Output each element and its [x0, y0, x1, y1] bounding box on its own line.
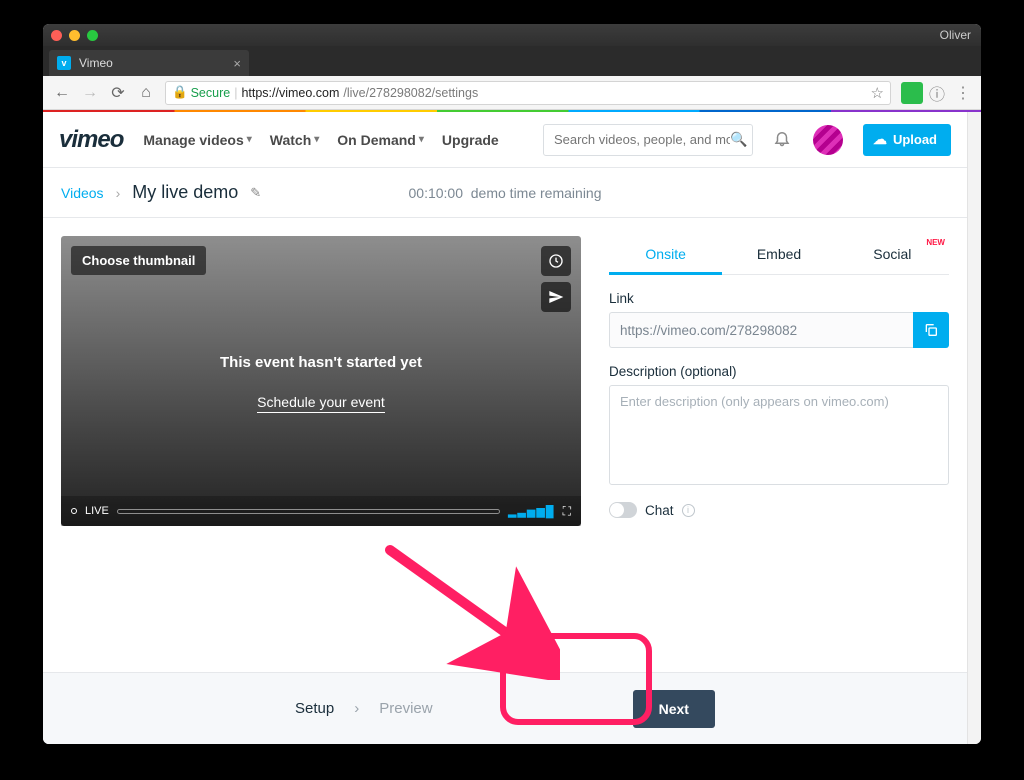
browser-window: Oliver v Vimeo × ← → ⟳ ⌂ 🔒 Secure | http…	[43, 24, 981, 744]
nav-on-demand[interactable]: On Demand	[337, 132, 424, 148]
search-icon[interactable]: 🔍	[730, 131, 747, 148]
tab-title: Vimeo	[79, 56, 225, 70]
tab-strip: v Vimeo ×	[43, 46, 981, 76]
schedule-event-link[interactable]: Schedule your event	[61, 394, 581, 410]
vimeo-favicon-icon: v	[57, 56, 71, 70]
avatar[interactable]	[813, 125, 843, 155]
wizard-footer: Setup › Preview Next	[43, 672, 967, 744]
nav-menu: Manage videos Watch On Demand Upgrade	[143, 132, 498, 148]
page-title: My live demo	[132, 182, 238, 203]
settings-tabs: Onsite Embed Social NEW	[609, 236, 949, 275]
nav-manage-videos[interactable]: Manage videos	[143, 132, 251, 148]
tab-close-icon[interactable]: ×	[233, 56, 241, 71]
window-minimize-button[interactable]	[69, 30, 80, 41]
settings-panel: Onsite Embed Social NEW Link	[609, 236, 949, 526]
url-host: https://vimeo.com	[241, 86, 339, 100]
next-button[interactable]: Next	[633, 690, 715, 728]
player-control-bar: LIVE ▂▃▅▆█ ⛶	[61, 496, 581, 526]
video-player[interactable]: Choose thumbnail This event hasn't start…	[61, 236, 581, 526]
signal-bars-icon[interactable]: ▂▃▅▆█	[508, 505, 555, 518]
chat-label: Chat	[645, 503, 674, 518]
page-content: vimeo Manage videos Watch On Demand Upgr…	[43, 112, 981, 744]
breadcrumb: Videos › My live demo ✎ 00:10:00 demo ti…	[43, 168, 967, 218]
tab-social[interactable]: Social NEW	[836, 236, 949, 274]
description-textarea[interactable]	[609, 385, 949, 485]
link-input[interactable]	[609, 312, 913, 348]
tab-social-label: Social	[873, 246, 911, 262]
mac-titlebar: Oliver	[43, 24, 981, 46]
main-body: Choose thumbnail This event hasn't start…	[43, 218, 967, 526]
address-bar: ← → ⟳ ⌂ 🔒 Secure | https://vimeo.com/liv…	[43, 76, 981, 110]
chat-toggle[interactable]	[609, 502, 637, 518]
upload-button[interactable]: ☁ Upload	[863, 124, 951, 156]
secure-label: Secure	[191, 86, 231, 100]
reload-button[interactable]: ⟳	[105, 80, 131, 106]
progress-bar[interactable]	[117, 509, 500, 514]
nav-upgrade[interactable]: Upgrade	[442, 132, 499, 148]
description-field-label: Description (optional)	[609, 364, 949, 379]
step-preview[interactable]: Preview	[379, 700, 432, 717]
chevron-right-icon: ›	[354, 700, 359, 717]
clock-icon[interactable]	[541, 246, 571, 276]
upload-label: Upload	[893, 132, 937, 147]
copy-link-button[interactable]	[913, 312, 949, 348]
cloud-upload-icon: ☁	[873, 131, 887, 148]
home-button[interactable]: ⌂	[133, 80, 159, 106]
live-dot-icon	[71, 508, 77, 514]
nav-watch[interactable]: Watch	[270, 132, 320, 148]
back-button[interactable]: ←	[49, 80, 75, 106]
vimeo-logo[interactable]: vimeo	[59, 126, 123, 154]
new-badge: NEW	[926, 238, 945, 247]
crumb-videos-link[interactable]: Videos	[61, 185, 104, 201]
site-search[interactable]: 🔍	[543, 124, 753, 156]
bookmark-star-icon[interactable]: ☆	[871, 84, 884, 102]
scrollbar[interactable]	[967, 112, 981, 744]
demo-time-value: 00:10:00	[408, 185, 463, 201]
browser-menu-icon[interactable]: ⋮	[951, 83, 975, 103]
link-field-label: Link	[609, 291, 949, 306]
lock-icon: 🔒	[172, 85, 188, 100]
demo-time-remaining: 00:10:00 demo time remaining	[408, 185, 601, 201]
tab-embed[interactable]: Embed	[722, 236, 835, 274]
traffic-lights	[51, 30, 98, 41]
url-path: /live/278298082/settings	[343, 86, 478, 100]
secure-indicator: 🔒 Secure	[172, 85, 230, 100]
window-maximize-button[interactable]	[87, 30, 98, 41]
search-input[interactable]	[554, 132, 730, 147]
chevron-right-icon: ›	[116, 185, 121, 201]
mac-user-label: Oliver	[940, 28, 971, 42]
player-status-message: This event hasn't started yet	[61, 354, 581, 371]
choose-thumbnail-button[interactable]: Choose thumbnail	[71, 246, 206, 275]
extension-icon[interactable]	[901, 82, 923, 104]
step-setup[interactable]: Setup	[295, 700, 334, 717]
forward-button[interactable]: →	[77, 80, 103, 106]
tab-onsite[interactable]: Onsite	[609, 236, 722, 274]
edit-title-icon[interactable]: ✎	[250, 185, 261, 201]
window-close-button[interactable]	[51, 30, 62, 41]
page-info-icon[interactable]: ⓘ	[925, 81, 949, 105]
live-label: LIVE	[85, 505, 109, 517]
send-icon[interactable]	[541, 282, 571, 312]
notifications-bell-icon[interactable]	[773, 129, 793, 150]
chat-info-icon[interactable]: i	[682, 504, 695, 517]
browser-tab[interactable]: v Vimeo ×	[49, 50, 249, 76]
site-top-nav: vimeo Manage videos Watch On Demand Upgr…	[43, 112, 967, 168]
omnibox[interactable]: 🔒 Secure | https://vimeo.com/live/278298…	[165, 81, 891, 105]
fullscreen-icon[interactable]: ⛶	[563, 504, 571, 519]
demo-time-label: demo time remaining	[471, 185, 602, 201]
